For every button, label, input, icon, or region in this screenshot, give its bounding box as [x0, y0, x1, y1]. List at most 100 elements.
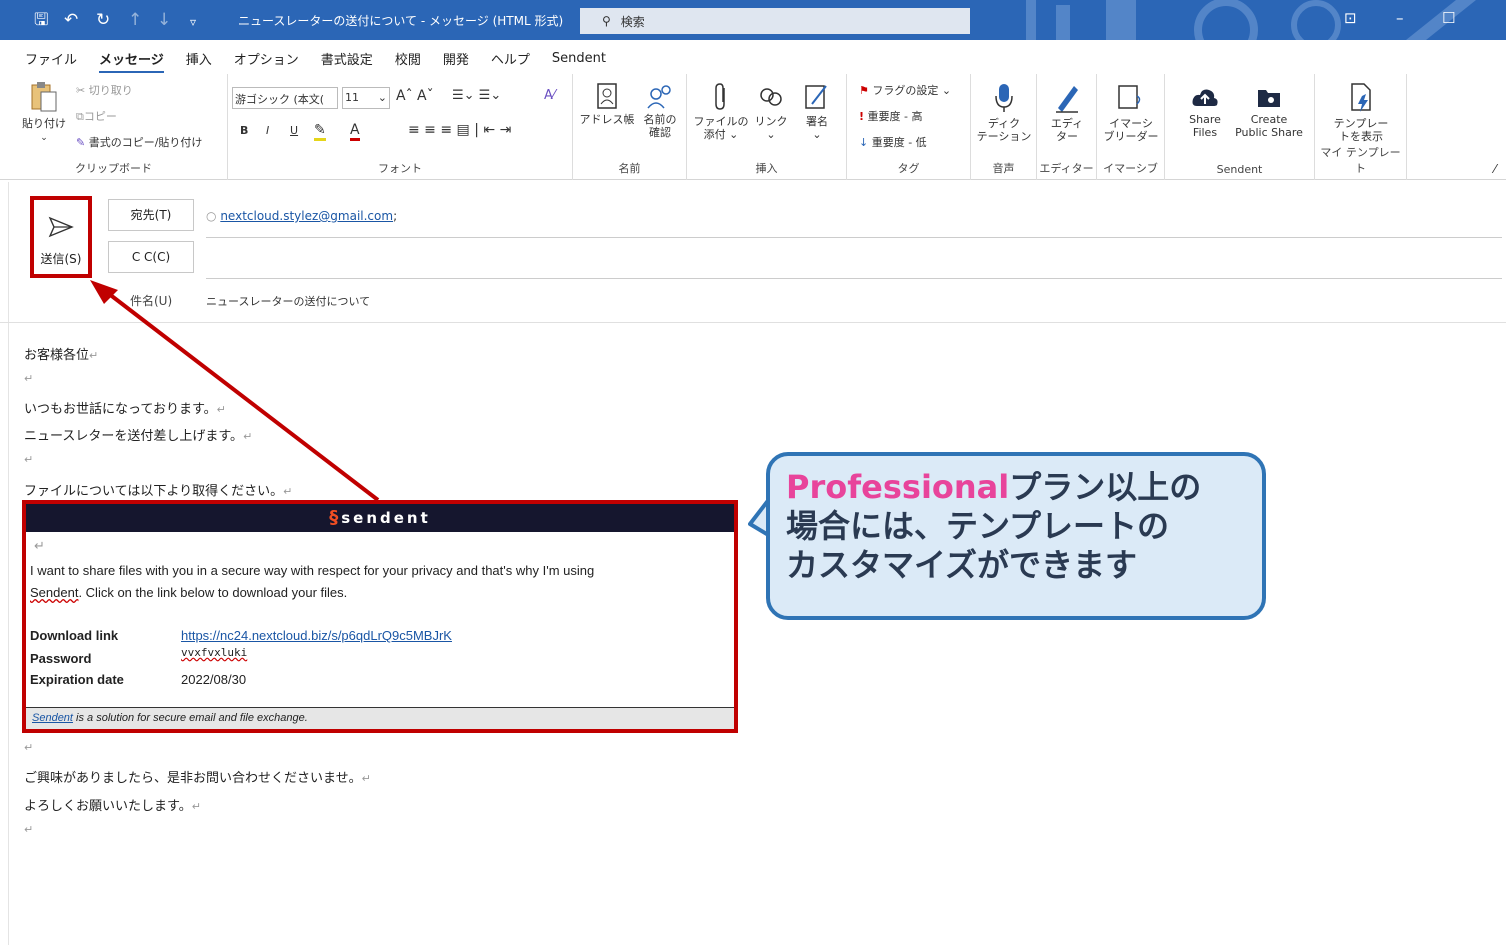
password-label: Password	[30, 651, 92, 666]
body-line-3-text: ニュースレターを送付差し上げます。	[24, 429, 244, 444]
exclamation-icon: !	[859, 110, 865, 123]
tab-developer[interactable]: 開発	[443, 49, 469, 68]
password-value[interactable]: vvxfvxluki	[181, 646, 247, 659]
high-importance-label: 重要度 - 高	[867, 110, 923, 123]
font-size-select[interactable]: 11 ⌄	[342, 87, 390, 109]
paste-button[interactable]: 貼り付け ⌄	[18, 80, 70, 145]
body-line-5[interactable]: ご興味がありましたら、是非お問い合わせくださいませ。↵	[24, 767, 371, 786]
immersive-reader-icon	[1118, 85, 1141, 109]
follow-up-button[interactable]: ⚑ フラグの設定 ⌄	[859, 82, 951, 98]
underline-button[interactable]: U	[290, 124, 298, 137]
recipient-email[interactable]: nextcloud.stylez@gmail.com	[220, 209, 393, 223]
cc-button[interactable]: C C(C)	[108, 241, 194, 273]
paragraph-mark: ↵	[24, 823, 34, 836]
clear-formatting-icon[interactable]: A⁄	[544, 88, 555, 103]
bold-button[interactable]: B	[240, 124, 248, 137]
to-button[interactable]: 宛先(T)	[108, 199, 194, 231]
body-line-6-text: よろしくお願いいたします。	[24, 799, 192, 814]
cc-field-line[interactable]	[206, 278, 1502, 279]
address-book-button[interactable]: アドレス帳	[579, 82, 635, 126]
body-line-1-text: お客様各位	[24, 348, 90, 363]
body-blank-4[interactable]: ↵	[24, 822, 33, 837]
minimize-icon[interactable]: –	[1396, 9, 1404, 27]
editor-label-1: エディ	[1050, 117, 1084, 130]
search-box[interactable]: ⚲ 検索	[580, 8, 970, 34]
tab-format-text[interactable]: 書式設定	[321, 49, 373, 68]
editor-button[interactable]: エディ ター	[1041, 82, 1093, 143]
customize-qat-icon[interactable]: ▿	[190, 12, 196, 32]
footer-sendent-link[interactable]: Sendent	[32, 712, 73, 724]
template-intro-text-2: . Click on the link below to download yo…	[78, 585, 348, 600]
font-group-label: フォント	[378, 162, 422, 175]
body-line-4-text: ファイルについては以下より取得ください。	[24, 484, 284, 499]
body-blank-2[interactable]: ↵	[24, 452, 33, 467]
tab-review[interactable]: 校閲	[395, 49, 421, 68]
paragraph-mark: ↵	[283, 485, 293, 498]
voice-group-label: 音声	[992, 162, 1015, 175]
tab-options[interactable]: オプション	[234, 49, 299, 68]
font-name-select[interactable]: 游ゴシック (本文(	[232, 87, 338, 109]
link-label: リンク	[754, 115, 788, 128]
attach-file-label-2: 添付	[703, 128, 726, 141]
body-line-1[interactable]: お客様各位↵	[24, 344, 98, 363]
cut-button[interactable]: ✂ 切り取り	[76, 82, 133, 98]
tab-message[interactable]: メッセージ	[99, 49, 164, 73]
tab-file[interactable]: ファイル	[25, 49, 77, 68]
paragraph-mark: ↵	[361, 772, 371, 785]
body-line-4[interactable]: ファイルについては以下より取得ください。↵	[24, 480, 292, 499]
body-line-6[interactable]: よろしくお願いいたします。↵	[24, 795, 201, 814]
signature-label: 署名	[806, 115, 828, 128]
collapse-ribbon-icon[interactable]: ⁄	[1494, 162, 1496, 176]
window-title: ニュースレーターの送付について - メッセージ (HTML 形式)	[238, 14, 564, 28]
create-public-share-button[interactable]: Create Public Share	[1229, 86, 1309, 139]
body-blank-3[interactable]: ↵	[24, 740, 33, 755]
maximize-icon[interactable]: ☐	[1442, 9, 1455, 27]
link-button[interactable]: リンク ⌄	[749, 82, 793, 141]
sendent-logo-icon: §	[329, 507, 342, 528]
paragraph-mark: ↵	[191, 800, 201, 813]
high-importance-button[interactable]: ! 重要度 - 高	[859, 108, 923, 124]
copy-button[interactable]: ⧉コピー	[76, 108, 117, 124]
ribbon-display-icon[interactable]: ⊡	[1344, 9, 1357, 27]
format-painter-button[interactable]: ✎ 書式のコピー/貼り付け	[76, 134, 202, 150]
grow-font-icon[interactable]: Aˆ Aˇ	[396, 88, 434, 104]
down-arrow-icon[interactable]: ↓	[157, 10, 171, 30]
align-icon[interactable]: ≡ ≡ ≡ ▤ | ⇤ ⇥	[408, 122, 511, 138]
redo-icon[interactable]: ↻	[96, 10, 110, 30]
font-color-button[interactable]: A	[350, 122, 360, 141]
share-files-button[interactable]: Share Files	[1177, 86, 1233, 139]
send-label: 送信(S)	[40, 252, 82, 266]
subject-field[interactable]: ニュースレーターの送付について	[206, 293, 370, 309]
tab-help[interactable]: ヘルプ	[491, 49, 530, 68]
signature-button[interactable]: 署名 ⌄	[795, 82, 839, 141]
bullets-icon[interactable]: ☰⌄ ☰⌄	[452, 88, 501, 103]
italic-button[interactable]: I	[266, 124, 269, 137]
tab-insert[interactable]: 挿入	[186, 49, 212, 68]
callout-line-3: カスタマイズができます	[786, 546, 1138, 584]
template-blank: ↵	[34, 538, 45, 553]
attach-file-button[interactable]: ファイルの 添付 ⌄	[693, 82, 749, 141]
paste-label: 貼り付け	[22, 117, 66, 130]
view-templates-button[interactable]: テンプレー トを表示	[1321, 82, 1401, 143]
template-footer: Sendent is a solution for secure email a…	[26, 707, 734, 729]
save-icon[interactable]: 🖫	[34, 10, 48, 30]
body-line-2[interactable]: いつもお世話になっております。↵	[24, 398, 226, 417]
send-button[interactable]: 送信(S)	[30, 196, 92, 278]
immersive-reader-button[interactable]: イマーシ ブリーダー	[1101, 82, 1161, 143]
sendent-template-block[interactable]: §sendent ↵ I want to share files with yo…	[22, 500, 738, 733]
dictate-button[interactable]: ディク テーション	[975, 82, 1033, 143]
body-line-3[interactable]: ニュースレターを送付差し上げます。↵	[24, 425, 252, 444]
download-link[interactable]: https://nc24.nextcloud.biz/s/p6qdLrQ9c5M…	[181, 628, 452, 643]
titlebar-decoration	[1026, 0, 1476, 40]
undo-icon[interactable]: ↶	[64, 10, 78, 30]
up-arrow-icon[interactable]: ↑	[128, 10, 142, 30]
low-importance-button[interactable]: ↓ 重要度 - 低	[859, 134, 927, 150]
check-names-button[interactable]: 名前の 確認	[635, 82, 685, 139]
tab-sendent[interactable]: Sendent	[552, 51, 606, 66]
share-files-label-1: Share	[1189, 113, 1221, 126]
to-recipient[interactable]: ○ nextcloud.stylez@gmail.com;	[206, 209, 397, 223]
highlight-icon[interactable]: ✎	[314, 122, 326, 141]
body-blank-1[interactable]: ↵	[24, 371, 33, 386]
dictate-label-2: テーション	[976, 130, 1032, 143]
sendent-group-label: Sendent	[1216, 163, 1263, 176]
